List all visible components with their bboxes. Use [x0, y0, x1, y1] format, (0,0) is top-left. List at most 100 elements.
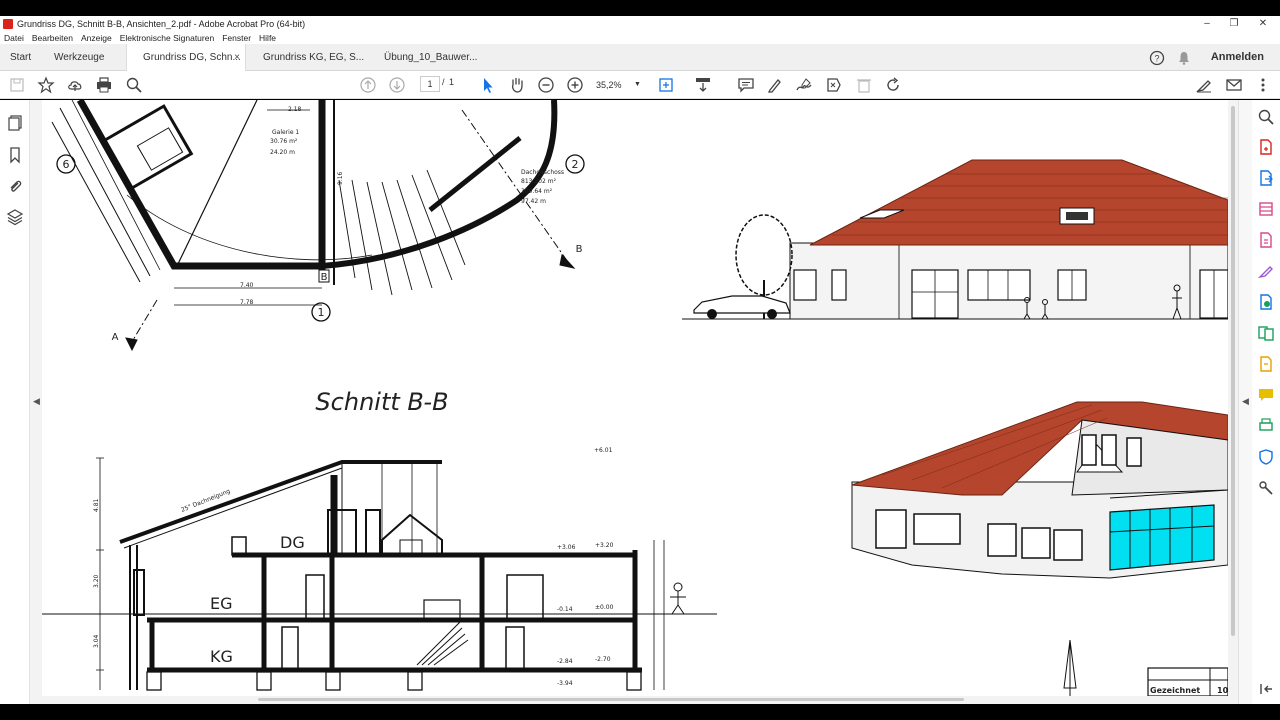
tab-document-1-label: Grundriss DG, Schn... — [143, 52, 241, 63]
level-minus-2-84: -2.84 — [557, 658, 573, 665]
cut-label-b-1: B — [321, 272, 328, 283]
horizontal-scroll-thumb[interactable] — [258, 698, 964, 701]
tab-document-1[interactable]: Grundriss DG, Schn... × — [126, 44, 246, 72]
organize-pages-icon[interactable] — [1257, 231, 1275, 249]
layers-icon[interactable] — [6, 208, 24, 226]
level-3-06: +3.06 — [557, 544, 576, 551]
menu-bar: Datei Bearbeiten Anzeige Elektronische S… — [0, 31, 1280, 44]
print-production-icon[interactable] — [1257, 417, 1275, 435]
cut-label-b-2: B — [576, 244, 583, 255]
menu-hilfe[interactable]: Hilfe — [259, 33, 276, 43]
bookmark-star-icon[interactable] — [37, 76, 55, 94]
fill-sign-icon[interactable] — [1195, 76, 1213, 94]
document-viewer[interactable]: Galerie 1 30.76 m² 24.20 m Dachgeschoss … — [42, 100, 1228, 696]
vertical-scrollbar[interactable] — [1228, 100, 1238, 704]
bookmarks-icon[interactable] — [6, 146, 24, 164]
sign-in-button[interactable]: Anmelden — [1211, 44, 1264, 71]
cad-drawing: Galerie 1 30.76 m² 24.20 m Dachgeschoss … — [42, 100, 1228, 696]
collapse-right-pane-icon[interactable]: ◀ — [1242, 396, 1249, 407]
menu-fenster[interactable]: Fenster — [222, 33, 251, 43]
close-window-button[interactable]: ✕ — [1248, 16, 1278, 31]
horizontal-scrollbar[interactable] — [42, 696, 1228, 704]
delete-icon[interactable] — [855, 76, 873, 94]
zoom-search-icon[interactable] — [1257, 108, 1275, 126]
more-tools-icon[interactable] — [1254, 76, 1272, 94]
section-drawing — [42, 457, 717, 691]
zoom-in-icon[interactable] — [566, 76, 584, 94]
zoom-out-icon[interactable] — [537, 76, 555, 94]
tab-start[interactable]: Start — [10, 44, 31, 71]
title-block-drawn-by: Gezeichnet — [1150, 686, 1200, 695]
tab-werkzeuge[interactable]: Werkzeuge — [54, 44, 104, 71]
more-tools-wrench-icon[interactable] — [1257, 479, 1275, 497]
page-thumbnails-icon[interactable] — [6, 114, 24, 132]
protect-pdf-icon[interactable] — [1257, 293, 1275, 311]
protect-shield-icon[interactable] — [1257, 448, 1275, 466]
minimize-button[interactable]: – — [1192, 16, 1222, 31]
level-6-01: +6.01 — [594, 447, 613, 454]
tab-document-3[interactable]: Übung_10_Bauwer... — [368, 44, 488, 71]
hand-tool-icon[interactable] — [508, 76, 526, 94]
cut-label-a: A — [112, 332, 119, 343]
cloud-upload-icon[interactable] — [66, 76, 84, 94]
fit-page-icon[interactable] — [657, 76, 675, 94]
room-label-galerie: Galerie 1 — [272, 129, 299, 136]
level-0-00: ±0.00 — [595, 604, 614, 611]
tab-close-icon[interactable]: × — [234, 44, 240, 71]
rotate-icon[interactable] — [884, 76, 902, 94]
level-minus-2-70: -2.70 — [595, 656, 611, 663]
floor-label-kg: KG — [210, 647, 233, 666]
scroll-mode-icon[interactable] — [694, 76, 712, 94]
menu-bearbeiten[interactable]: Bearbeiten — [32, 33, 73, 43]
highlight-pen-icon[interactable] — [766, 76, 784, 94]
tab-document-2-label: Grundriss KG, EG, S... — [263, 52, 365, 63]
notification-bell-icon[interactable] — [1176, 50, 1192, 66]
level-minus-3-94: -3.94 — [557, 680, 573, 687]
chevron-down-icon: ▼ — [634, 81, 641, 88]
dim-vertical-3-04: 3.04 — [93, 634, 100, 648]
comment-icon[interactable] — [737, 76, 755, 94]
svg-text:?: ? — [1154, 54, 1159, 64]
search-zoom-icon[interactable] — [125, 76, 143, 94]
export-pdf-icon[interactable] — [1257, 169, 1275, 187]
previous-page-icon[interactable] — [359, 76, 377, 94]
maximize-button[interactable]: ❐ — [1219, 16, 1249, 31]
save-icon[interactable] — [8, 76, 26, 94]
collapse-tools-pane-icon[interactable] — [1257, 680, 1275, 698]
page-number-input[interactable]: 1 — [420, 76, 440, 92]
combine-files-icon[interactable] — [1257, 324, 1275, 342]
expand-left-pane-icon[interactable]: ◀ — [33, 396, 40, 407]
tab-document-2[interactable]: Grundriss KG, EG, S... — [247, 44, 367, 71]
comment-tool-icon[interactable] — [1257, 386, 1275, 404]
room-extra-dachgeschoss: 97.42 m — [521, 198, 546, 205]
room-area-dachgeschoss: 813.202 m² — [521, 178, 557, 185]
right-pane-collapse-strip[interactable]: ◀ — [1238, 100, 1252, 704]
create-pdf-icon[interactable] — [1257, 138, 1275, 156]
level-3-20: +3.20 — [595, 542, 614, 549]
zoom-level-select[interactable]: 35,2% ▼ — [596, 77, 644, 93]
select-cursor-icon[interactable] — [479, 76, 497, 94]
email-icon[interactable] — [1225, 76, 1243, 94]
left-pane-collapse-strip[interactable]: ◀ — [30, 100, 42, 704]
print-icon[interactable] — [95, 76, 113, 94]
attachments-paperclip-icon[interactable] — [6, 177, 24, 195]
sign-icon[interactable] — [795, 76, 813, 94]
vertical-scroll-thumb[interactable] — [1231, 106, 1235, 636]
floor-label-dg: DG — [280, 533, 305, 552]
edit-pdf-icon[interactable] — [1257, 200, 1275, 218]
fill-and-sign-icon[interactable] — [1257, 262, 1275, 280]
scan-ocr-icon[interactable] — [1257, 355, 1275, 373]
dim-7-78: 7.78 — [240, 299, 254, 306]
left-navigation-pane — [0, 100, 30, 704]
menu-datei[interactable]: Datei — [4, 33, 24, 43]
dim-vertical-4-81: 4.81 — [93, 498, 100, 512]
main-toolbar: 1 / 1 35,2% ▼ — [0, 71, 1280, 99]
help-icon[interactable]: ? — [1149, 50, 1165, 66]
redact-icon[interactable] — [825, 76, 843, 94]
title-bar: Grundriss DG, Schnitt B-B, Ansichten_2.p… — [0, 16, 1280, 31]
menu-anzeige[interactable]: Anzeige — [81, 33, 112, 43]
menu-elektronische-signaturen[interactable]: Elektronische Signaturen — [120, 33, 215, 43]
tab-row: Start Werkzeuge Grundriss DG, Schn... × … — [0, 44, 1280, 72]
bottom-black-bar — [0, 704, 1280, 720]
next-page-icon[interactable] — [388, 76, 406, 94]
